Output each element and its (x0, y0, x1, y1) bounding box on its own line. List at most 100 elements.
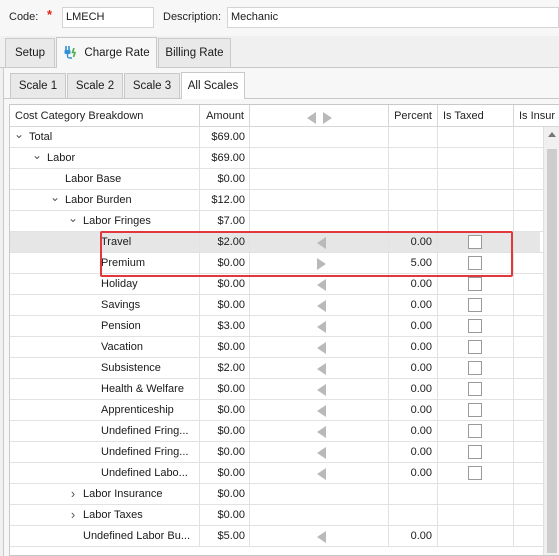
table-row[interactable]: Apprenticeship $0.00 0.00 (10, 400, 544, 421)
cell-amount[interactable]: $0.00 (200, 169, 250, 190)
cell-percent[interactable]: 0.00 (389, 316, 438, 337)
arrow-left-icon[interactable] (317, 447, 326, 459)
arrow-left-icon[interactable] (317, 426, 326, 438)
arrow-left-icon[interactable] (317, 342, 326, 354)
cell-percent[interactable]: 0.00 (389, 274, 438, 295)
cell-amount[interactable]: $0.00 (200, 484, 250, 505)
cell-amount[interactable]: $0.00 (200, 463, 250, 484)
cell-percent[interactable] (389, 211, 438, 232)
scroll-thumb[interactable] (547, 149, 557, 553)
is-taxed-checkbox[interactable] (468, 340, 482, 354)
code-field[interactable]: LMECH (62, 7, 154, 28)
cell-amount[interactable]: $12.00 (200, 190, 250, 211)
column-header-shift[interactable] (250, 105, 389, 127)
arrow-left-icon[interactable] (317, 363, 326, 375)
arrow-left-icon[interactable] (317, 405, 326, 417)
is-taxed-checkbox[interactable] (468, 319, 482, 333)
cell-percent[interactable] (389, 127, 438, 148)
is-taxed-checkbox[interactable] (468, 361, 482, 375)
chevron-right-icon[interactable]: › (67, 484, 79, 504)
cell-percent[interactable] (389, 148, 438, 169)
is-taxed-checkbox[interactable] (468, 445, 482, 459)
is-taxed-checkbox[interactable] (468, 298, 482, 312)
chevron-down-icon[interactable]: ⌄ (31, 148, 43, 165)
cell-amount[interactable]: $0.00 (200, 337, 250, 358)
cell-amount[interactable]: $2.00 (200, 358, 250, 379)
cell-amount[interactable]: $0.00 (200, 295, 250, 316)
is-taxed-checkbox[interactable] (468, 277, 482, 291)
arrow-left-icon[interactable] (317, 468, 326, 480)
table-row[interactable]: Holiday $0.00 0.00 (10, 274, 544, 295)
chevron-down-icon[interactable]: ⌄ (13, 127, 25, 144)
column-header-is-insured[interactable]: Is Insur (514, 105, 559, 127)
table-row[interactable]: ⌄ Labor Burden $12.00 (10, 190, 544, 211)
description-field[interactable]: Mechanic (227, 7, 559, 28)
arrow-left-icon[interactable] (317, 321, 326, 333)
cell-amount[interactable]: $0.00 (200, 442, 250, 463)
table-row[interactable]: Travel $2.00 0.00 (10, 232, 544, 253)
arrow-left-icon[interactable] (317, 300, 326, 312)
tab-charge-rate[interactable]: Charge Rate (56, 37, 157, 68)
table-row[interactable]: Labor Base $0.00 (10, 169, 544, 190)
table-row[interactable]: Pension $3.00 0.00 (10, 316, 544, 337)
arrow-right-icon[interactable] (317, 258, 326, 270)
is-taxed-checkbox[interactable] (468, 466, 482, 480)
cell-amount[interactable]: $0.00 (200, 400, 250, 421)
is-taxed-checkbox[interactable] (468, 424, 482, 438)
table-row[interactable]: Savings $0.00 0.00 (10, 295, 544, 316)
cell-percent[interactable] (389, 169, 438, 190)
cell-percent[interactable]: 0.00 (389, 337, 438, 358)
tab-billing-rate[interactable]: Billing Rate (158, 38, 231, 67)
cell-percent[interactable]: 0.00 (389, 400, 438, 421)
cell-percent[interactable]: 0.00 (389, 358, 438, 379)
scroll-up-arrow-icon[interactable] (548, 132, 556, 137)
table-row[interactable]: Undefined Fring... $0.00 0.00 (10, 421, 544, 442)
cell-amount[interactable]: $0.00 (200, 421, 250, 442)
chevron-down-icon[interactable]: ⌄ (49, 190, 61, 207)
arrow-left-icon[interactable] (317, 531, 326, 543)
is-taxed-checkbox[interactable] (468, 382, 482, 396)
cell-percent[interactable]: 0.00 (389, 232, 438, 253)
tab-scale-1[interactable]: Scale 1 (10, 73, 66, 98)
cell-percent[interactable]: 0.00 (389, 421, 438, 442)
cell-amount[interactable]: $0.00 (200, 505, 250, 526)
table-row[interactable]: Undefined Labor Bu... $5.00 0.00 (10, 526, 544, 547)
arrow-left-icon[interactable] (317, 237, 326, 249)
chevron-right-icon[interactable]: › (67, 505, 79, 525)
cell-percent[interactable]: 5.00 (389, 253, 438, 274)
table-row[interactable]: › Labor Insurance $0.00 (10, 484, 544, 505)
tab-scale-2[interactable]: Scale 2 (67, 73, 123, 98)
cell-amount[interactable]: $0.00 (200, 253, 250, 274)
column-header-cost-category[interactable]: Cost Category Breakdown (10, 105, 200, 127)
table-row[interactable]: ⌄ Labor $69.00 (10, 148, 544, 169)
table-row[interactable]: Health & Welfare $0.00 0.00 (10, 379, 544, 400)
cell-percent[interactable] (389, 505, 438, 526)
cell-percent[interactable] (389, 190, 438, 211)
cell-percent[interactable]: 0.00 (389, 442, 438, 463)
table-row[interactable]: Premium $0.00 5.00 (10, 253, 544, 274)
cell-amount[interactable]: $0.00 (200, 274, 250, 295)
table-row[interactable]: Subsistence $2.00 0.00 (10, 358, 544, 379)
column-header-percent[interactable]: Percent (389, 105, 438, 127)
table-row[interactable]: Undefined Fring... $0.00 0.00 (10, 442, 544, 463)
arrow-left-icon[interactable] (317, 384, 326, 396)
tab-setup[interactable]: Setup (5, 38, 55, 67)
table-row[interactable]: › Labor Taxes $0.00 (10, 505, 544, 526)
cell-percent[interactable]: 0.00 (389, 463, 438, 484)
tab-scale-3[interactable]: Scale 3 (124, 73, 180, 98)
table-row[interactable]: ⌄ Labor Fringes $7.00 (10, 211, 544, 232)
cell-amount[interactable]: $5.00 (200, 526, 250, 547)
table-row[interactable]: Vacation $0.00 0.00 (10, 337, 544, 358)
vertical-scrollbar[interactable] (543, 127, 559, 555)
cell-amount[interactable]: $7.00 (200, 211, 250, 232)
cell-amount[interactable]: $69.00 (200, 148, 250, 169)
column-header-is-taxed[interactable]: Is Taxed (438, 105, 514, 127)
cell-amount[interactable]: $69.00 (200, 127, 250, 148)
cell-amount[interactable]: $2.00 (200, 232, 250, 253)
is-taxed-checkbox[interactable] (468, 235, 482, 249)
arrow-left-icon[interactable] (317, 279, 326, 291)
cell-percent[interactable]: 0.00 (389, 295, 438, 316)
table-row[interactable]: ⌄ Total $69.00 (10, 127, 544, 148)
cell-amount[interactable]: $3.00 (200, 316, 250, 337)
chevron-down-icon[interactable]: ⌄ (67, 211, 79, 228)
